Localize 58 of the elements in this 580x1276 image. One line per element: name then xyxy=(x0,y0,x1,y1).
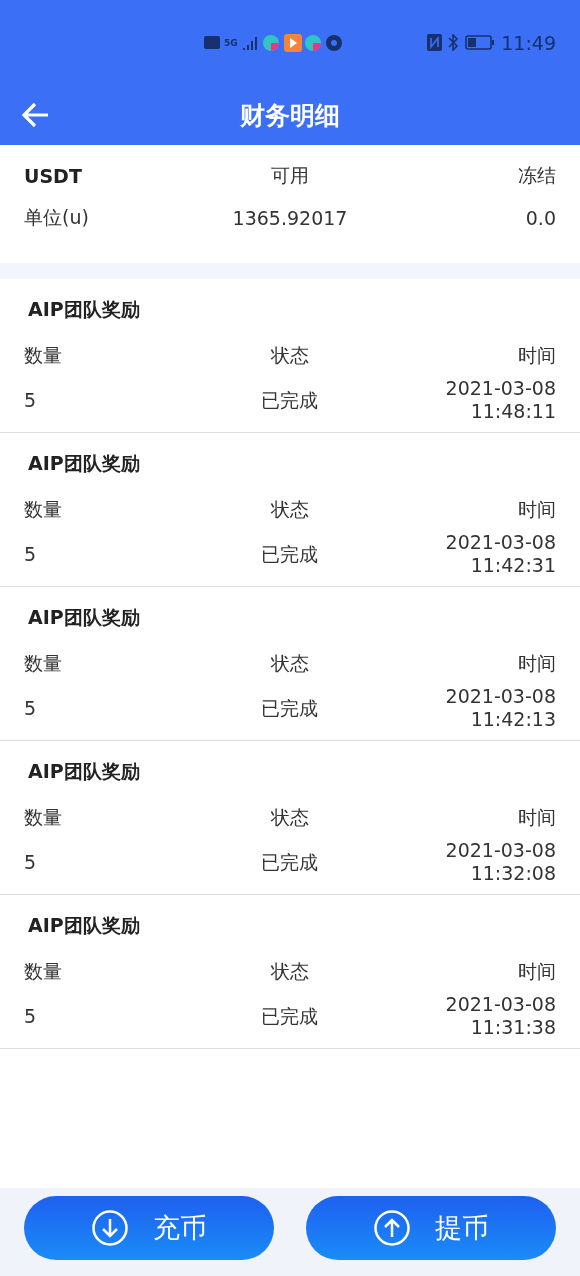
bluetooth-icon xyxy=(448,34,460,51)
status-value: 已完成 xyxy=(261,850,319,874)
field-label: 数量 xyxy=(24,343,63,368)
date-value: 2021-03-08 xyxy=(445,993,556,1016)
time-value: 11:48:11 xyxy=(469,400,556,423)
clock-time: 11:49 xyxy=(501,31,556,54)
field-label: 数量 xyxy=(24,497,63,522)
field-label: 时间 xyxy=(518,959,556,984)
amount-value: 5 xyxy=(24,388,38,412)
field-label: 状态 xyxy=(271,805,309,830)
nfc-icon xyxy=(427,34,443,51)
status-value: 已完成 xyxy=(261,696,319,720)
deposit-button[interactable]: 充币 xyxy=(24,1196,274,1260)
time-value: 11:32:08 xyxy=(469,862,556,885)
record-title: AIP团队奖励 xyxy=(28,759,141,784)
upload-icon xyxy=(373,1209,411,1247)
field-label: 时间 xyxy=(518,497,556,522)
page-title: 财务明细 xyxy=(240,99,340,132)
amount-value: 5 xyxy=(24,850,38,874)
field-label: 数量 xyxy=(24,805,63,830)
time-value: 11:42:13 xyxy=(469,708,556,731)
field-label: 时间 xyxy=(518,805,556,830)
time-value: 11:31:38 xyxy=(469,1016,556,1039)
status-value: 已完成 xyxy=(261,1004,319,1028)
field-label: 数量 xyxy=(24,959,63,984)
status-value: 已完成 xyxy=(261,388,319,412)
date-value: 2021-03-08 xyxy=(445,531,556,554)
amount-value: 5 xyxy=(24,542,38,566)
record-title: AIP团队奖励 xyxy=(28,297,141,322)
amount-value: 5 xyxy=(24,696,38,720)
record-title: AIP团队奖励 xyxy=(28,605,141,630)
record-title: AIP团队奖励 xyxy=(28,913,141,938)
date-value: 2021-03-08 xyxy=(445,685,556,708)
network-label: 5G xyxy=(224,37,238,48)
field-label: 状态 xyxy=(271,497,309,522)
field-label: 状态 xyxy=(271,343,309,368)
signal-icon xyxy=(241,35,258,50)
column-header: 冻结 xyxy=(518,163,556,188)
amount-value: 5 xyxy=(24,1004,38,1028)
field-label: 状态 xyxy=(271,651,309,676)
balance-value: 1365.92017 xyxy=(232,207,348,229)
column-header: 可用 xyxy=(271,163,309,188)
withdraw-button[interactable]: 提币 xyxy=(306,1196,556,1260)
download-icon xyxy=(91,1209,129,1247)
back-arrow-icon[interactable] xyxy=(20,101,50,129)
record-title: AIP团队奖励 xyxy=(28,451,141,476)
field-label: 时间 xyxy=(518,343,556,368)
unit-label: 单位(u) xyxy=(24,205,90,230)
battery-icon xyxy=(465,35,496,50)
time-value: 11:42:31 xyxy=(469,554,556,577)
status-value: 已完成 xyxy=(261,542,319,566)
date-value: 2021-03-08 xyxy=(445,839,556,862)
field-label: 状态 xyxy=(271,959,309,984)
field-label: 数量 xyxy=(24,651,63,676)
balance-value: 0.0 xyxy=(525,207,556,229)
field-label: 时间 xyxy=(518,651,556,676)
date-value: 2021-03-08 xyxy=(445,377,556,400)
column-header: USDT xyxy=(24,165,83,187)
